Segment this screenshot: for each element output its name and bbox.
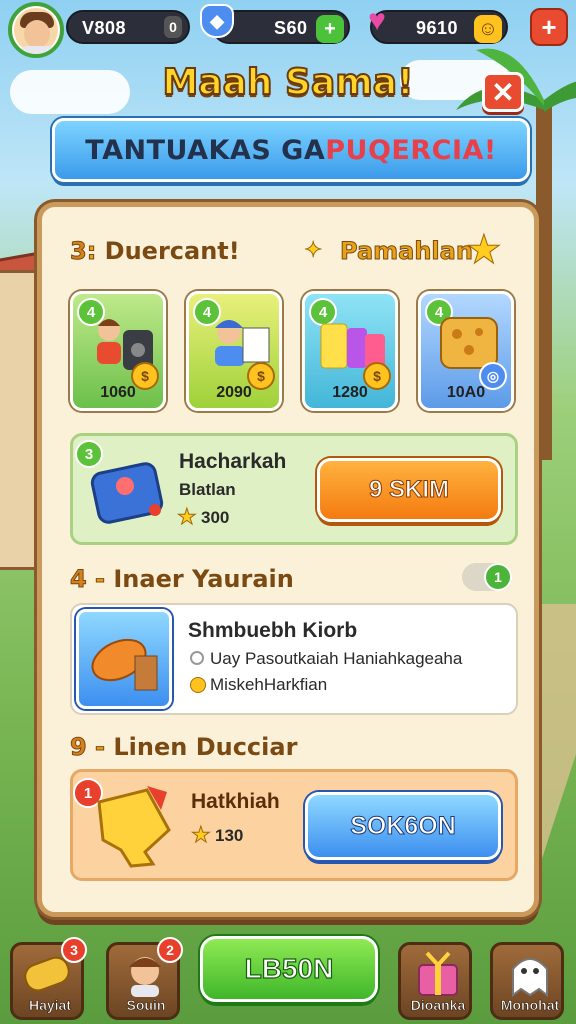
info-line-2: MiskehHarkfian (210, 675, 328, 694)
cannon-icon (91, 638, 158, 691)
gems-value: S60 (274, 18, 308, 38)
shield-gem-icon: ◆ (200, 4, 234, 38)
close-button[interactable]: ✕ (482, 72, 524, 112)
nav-badge: 3 (61, 937, 87, 963)
coins-value: V808 (82, 18, 127, 38)
shop-plus-button[interactable]: + (530, 8, 568, 46)
nav-monohat[interactable]: Monohat (490, 942, 564, 1020)
event-banner: TANTUAKAS GA PUQERCIA! (52, 118, 530, 182)
banner-highlight: PUQERCIA! (325, 134, 497, 166)
play-button[interactable]: LB50N (200, 936, 378, 1002)
nav-label: Souin (126, 997, 166, 1014)
shop-item-2[interactable]: 4 $ 2090 (186, 291, 282, 411)
shop-item-4[interactable]: 4 ◎ 10A0 (418, 291, 514, 411)
featured-offer: 3 Hacharkah Blatlan ★ 300 9 SKIM (70, 433, 518, 545)
info-line-1: Uay Pasoutkaiah Haniahkageaha (210, 649, 463, 668)
banner-text: TANTUAKAS GA (85, 134, 326, 166)
offer-name: Hacharkah (179, 450, 287, 473)
top-resource-bar: V808 0 S60 + ◆ 9610 ☺ ♥ + (0, 0, 576, 58)
cannon-tile[interactable] (76, 609, 172, 709)
ghost-icon (512, 958, 548, 997)
offer-desc: Blatlan (179, 480, 236, 499)
item-price: 10A0 (446, 384, 486, 401)
gift-box-icon (418, 951, 458, 996)
coin-bullet-icon (190, 677, 206, 693)
bullet-icon (190, 651, 204, 665)
deal-card: 1 Hatkhiah ★ 130 SOK6ON (70, 769, 518, 881)
magic-book-icon (90, 462, 164, 524)
buy-offer-button[interactable]: 9 SKIM (317, 458, 501, 522)
deal-name: Hatkhiah (191, 790, 280, 813)
coins-counter: V808 0 (66, 10, 190, 44)
info-card: + Shmbuebh Kiorb Uay Pasoutkaiah Haniahk… (70, 603, 518, 715)
energy-value: 9610 (416, 18, 459, 38)
item-price: 1060 (100, 384, 136, 401)
offer-price: 300 (201, 508, 230, 527)
section-toggle[interactable]: 1 (462, 563, 512, 591)
nav-badge: 2 (157, 937, 183, 963)
shop-item-3[interactable]: 4 $ 1280 (302, 291, 398, 411)
sparkle-icon: ✦ (303, 237, 323, 263)
section-1-subtitle: Pamahlan (340, 237, 474, 266)
add-gems-button[interactable]: + (316, 15, 344, 43)
star-icon: ★ (466, 228, 503, 273)
toggle-knob: 1 (484, 563, 512, 591)
nav-souin[interactable]: 2 Souin (106, 937, 183, 1020)
nav-dioanka[interactable]: Dioanka (398, 942, 472, 1020)
heart-gem-icon: ♥ (368, 4, 386, 37)
item-price: 1280 (332, 384, 368, 401)
coins-badge: 0 (164, 16, 182, 38)
shop-item-1[interactable]: 4 $ 1060 (70, 291, 166, 411)
player-avatar[interactable] (8, 2, 64, 58)
nav-hayiat[interactable]: 3 Hayiat (10, 937, 87, 1020)
section-2-heading: 4 - Inaer Yaurain (70, 565, 294, 594)
info-title: Shmbuebh Kiorb (188, 619, 358, 642)
section-3-title: Linen Ducciar (113, 733, 298, 761)
gold-puzzle-piece-icon (97, 786, 171, 868)
buy-deal-button[interactable]: SOK6ON (305, 792, 501, 860)
section-1-heading: 3: Duercant! (70, 237, 240, 266)
section-3-heading: 9 - Linen Ducciar (70, 733, 298, 762)
nav-label: Hayiat (28, 997, 72, 1014)
shop-panel: 3: Duercant! ✦ Pamahlan ★ 4 $ 1060 4 $ 2… (37, 202, 539, 917)
star-icon: ★ (191, 822, 212, 848)
nav-label: Dioanka (410, 997, 466, 1014)
item-price: 2090 (216, 384, 252, 401)
section-2-title: Inaer Yaurain (113, 565, 294, 593)
section-1-title: Duercant! (104, 237, 240, 265)
deal-price: 130 (215, 826, 244, 845)
star-icon: ★ (177, 504, 198, 530)
nav-label: Monohat (500, 997, 560, 1014)
add-energy-button[interactable]: ☺ (474, 15, 502, 43)
